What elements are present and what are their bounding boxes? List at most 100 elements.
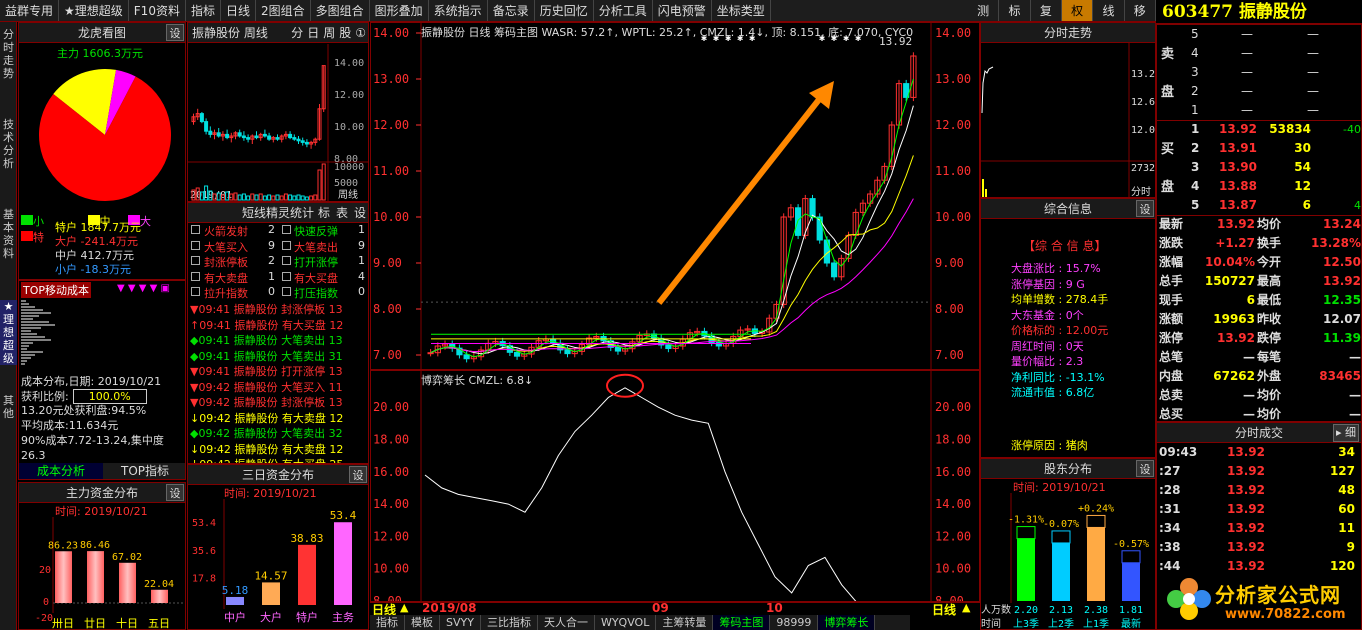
stat-checkbox[interactable]: [191, 240, 200, 250]
tab-top-indicator[interactable]: TOP指标: [103, 463, 185, 479]
menu-item-8[interactable]: 系统指示: [429, 0, 488, 21]
stat-checkbox[interactable]: [282, 240, 291, 250]
profit-value: 100.0%: [72, 389, 147, 404]
indicator-tab-4[interactable]: 天人合一: [538, 615, 595, 630]
side-tab-1[interactable]: 技术分析: [0, 118, 17, 170]
indicator-tab-2[interactable]: SVYY: [440, 615, 481, 630]
menu-item-7[interactable]: 图形叠加: [370, 0, 429, 21]
period-toolbar: 测标复权线移: [968, 0, 1156, 22]
bid-row: 2 13.91 30: [1157, 139, 1361, 158]
side-tab-4[interactable]: 其他: [0, 394, 17, 420]
period-tab-4[interactable]: 线: [1093, 0, 1125, 21]
mini-vol-tick: 5000: [334, 178, 358, 189]
menu-item-6[interactable]: 多图组合: [311, 0, 370, 21]
mini-vol-bar: [300, 195, 305, 201]
sprite-stat-row: 火箭发射 2 快速反弹 1: [188, 223, 368, 239]
event-type: 大笔卖出: [281, 427, 329, 440]
mini-tab-4[interactable]: ①: [355, 26, 366, 40]
info-row: 涨停基因 : 9 G: [1011, 277, 1108, 293]
stat-checkbox[interactable]: [282, 256, 291, 265]
stat-checkbox[interactable]: [282, 225, 291, 234]
three-day-label-3: 主务: [332, 611, 354, 624]
tick-row: :38 13.92 9: [1157, 538, 1361, 557]
tick-time: :38: [1159, 540, 1181, 554]
indicator-tab-3[interactable]: 三比指标: [481, 615, 538, 630]
three-day-panel: 三日资金分布设 时间: 2019/10/21 53.4 35.6 17.8 5.18 中…: [187, 464, 369, 630]
mini-tab-1[interactable]: 日: [307, 26, 319, 40]
side-tab-3[interactable]: ★理想超级: [0, 300, 17, 365]
stat-checkbox[interactable]: [282, 287, 291, 296]
indicator-tab-0[interactable]: 指标: [370, 615, 405, 630]
flow-value: -241.4万元: [77, 235, 138, 248]
mini-tab-0[interactable]: 分: [291, 26, 303, 40]
cost-line: 90%成本7.72-13.24,集中度26.3: [21, 434, 164, 462]
top-cost-icons: ▼ ▼ ▼ ▼ ▣: [117, 283, 170, 294]
menu-item-11[interactable]: 分析工具: [594, 0, 653, 21]
stat-checkbox[interactable]: [191, 225, 200, 234]
menu-item-9[interactable]: 备忘录: [488, 0, 535, 21]
tab-cost-analysis[interactable]: 成本分析: [19, 463, 103, 479]
menu-item-13[interactable]: 坐标类型: [712, 0, 771, 21]
period-tab-3[interactable]: 权: [1061, 0, 1094, 21]
osc-tick-right: 10.00: [935, 562, 971, 576]
indicator-tabs: 指标 模板 SVYY 三比指标 天人合一 WYQVOL 主筹转量 筹码主图 98999 博弈筹长: [370, 615, 910, 630]
stat-checkbox[interactable]: [282, 271, 291, 281]
info-settings-button[interactable]: 设: [1136, 200, 1154, 217]
watermark-url: www.70822.com: [1225, 607, 1346, 622]
stat-count: 1: [358, 223, 365, 236]
indicator-tab-6[interactable]: 主筹转量: [656, 615, 714, 630]
mini-tab-3[interactable]: 股: [339, 26, 351, 40]
menu-item-0[interactable]: 益群专用: [0, 0, 60, 21]
mini-candle: [275, 137, 280, 140]
period-tab-5[interactable]: 移: [1125, 0, 1156, 21]
mini-tab-2[interactable]: 周: [323, 26, 335, 40]
indicator-tab-1[interactable]: 模板: [405, 615, 440, 630]
stat-name: 快速反弹: [294, 225, 338, 238]
period-tab-2[interactable]: 复: [1031, 0, 1062, 21]
stat-key: 内盘: [1159, 369, 1184, 383]
sprite-event-row: ◆09:42 振静股份 大笔卖出 32: [188, 425, 368, 441]
tick-time: :28: [1159, 483, 1181, 497]
mini-vol-tick: 10000: [334, 162, 364, 173]
intraday-panel: 分时走势 13.28 12.65 12.01 27322 分时: [980, 22, 1156, 198]
stat-row: 现手 6 最低 12.35: [1157, 291, 1361, 310]
holders-settings-button[interactable]: 设: [1136, 460, 1154, 477]
dragon-panel: 龙虎看图设 主力 1606.3万元 小 中 大 特 特户 1847.7万元 大户 …: [18, 22, 186, 280]
osc-tick-right: 20.00: [935, 400, 971, 414]
menu-item-12[interactable]: 闪电预警: [653, 0, 712, 21]
sprite-event-row: ◆09:41 振静股份 大笔卖出 31: [188, 348, 368, 364]
stat-checkbox[interactable]: [191, 271, 200, 281]
menu-item-4[interactable]: 日线: [221, 0, 256, 21]
stat-checkbox[interactable]: [191, 287, 200, 296]
tick-time: :31: [1159, 502, 1181, 516]
side-tab-0[interactable]: 分时走势: [0, 28, 17, 80]
menu-item-2[interactable]: F10资料: [129, 0, 186, 21]
indicator-tab-5[interactable]: WYQVOL: [595, 615, 657, 630]
period-tab-0[interactable]: 测: [968, 0, 1000, 21]
menu-item-1[interactable]: ★理想超级: [59, 0, 129, 21]
stat-checkbox[interactable]: [191, 256, 200, 265]
event-time: 09:41: [198, 365, 234, 378]
ticks-more-button[interactable]: ▸ 细: [1332, 424, 1359, 442]
side-tab-2[interactable]: 基本资料: [0, 208, 17, 260]
sprite-tab-2[interactable]: 设: [354, 206, 366, 220]
info-key: 量价幅比 :: [1011, 355, 1066, 368]
menu-item-10[interactable]: 历史回忆: [535, 0, 594, 21]
menu-item-3[interactable]: 指标: [186, 0, 221, 21]
capital-settings-button[interactable]: 设: [166, 484, 184, 501]
ask-row: 3 — —: [1157, 63, 1361, 82]
menu-item-5[interactable]: 2图组合: [256, 0, 311, 21]
sprite-event-row: ↓09:42 振静股份 有大买盘 25: [188, 456, 368, 463]
three-day-settings-button[interactable]: 设: [349, 466, 367, 483]
indicator-tab-7[interactable]: 筹码主图: [713, 615, 771, 630]
ask-row: 5 — —: [1157, 25, 1361, 44]
bid-book: 1 13.92 53834 -40 2 13.91 30 3 13.90 54 4 13.88 12 5 1…: [1157, 120, 1361, 215]
dragon-settings-button[interactable]: 设: [166, 24, 184, 41]
indicator-tab-8[interactable]: 98999: [770, 615, 819, 630]
sprite-tab-1[interactable]: 表: [336, 206, 348, 220]
stat-count: 2: [268, 254, 275, 267]
k-tick-right: 12.00: [935, 118, 971, 132]
indicator-tab-9[interactable]: 博弈筹长: [818, 615, 876, 630]
period-tab-1[interactable]: 标: [999, 0, 1031, 21]
sprite-tab-0[interactable]: 标: [318, 206, 330, 220]
